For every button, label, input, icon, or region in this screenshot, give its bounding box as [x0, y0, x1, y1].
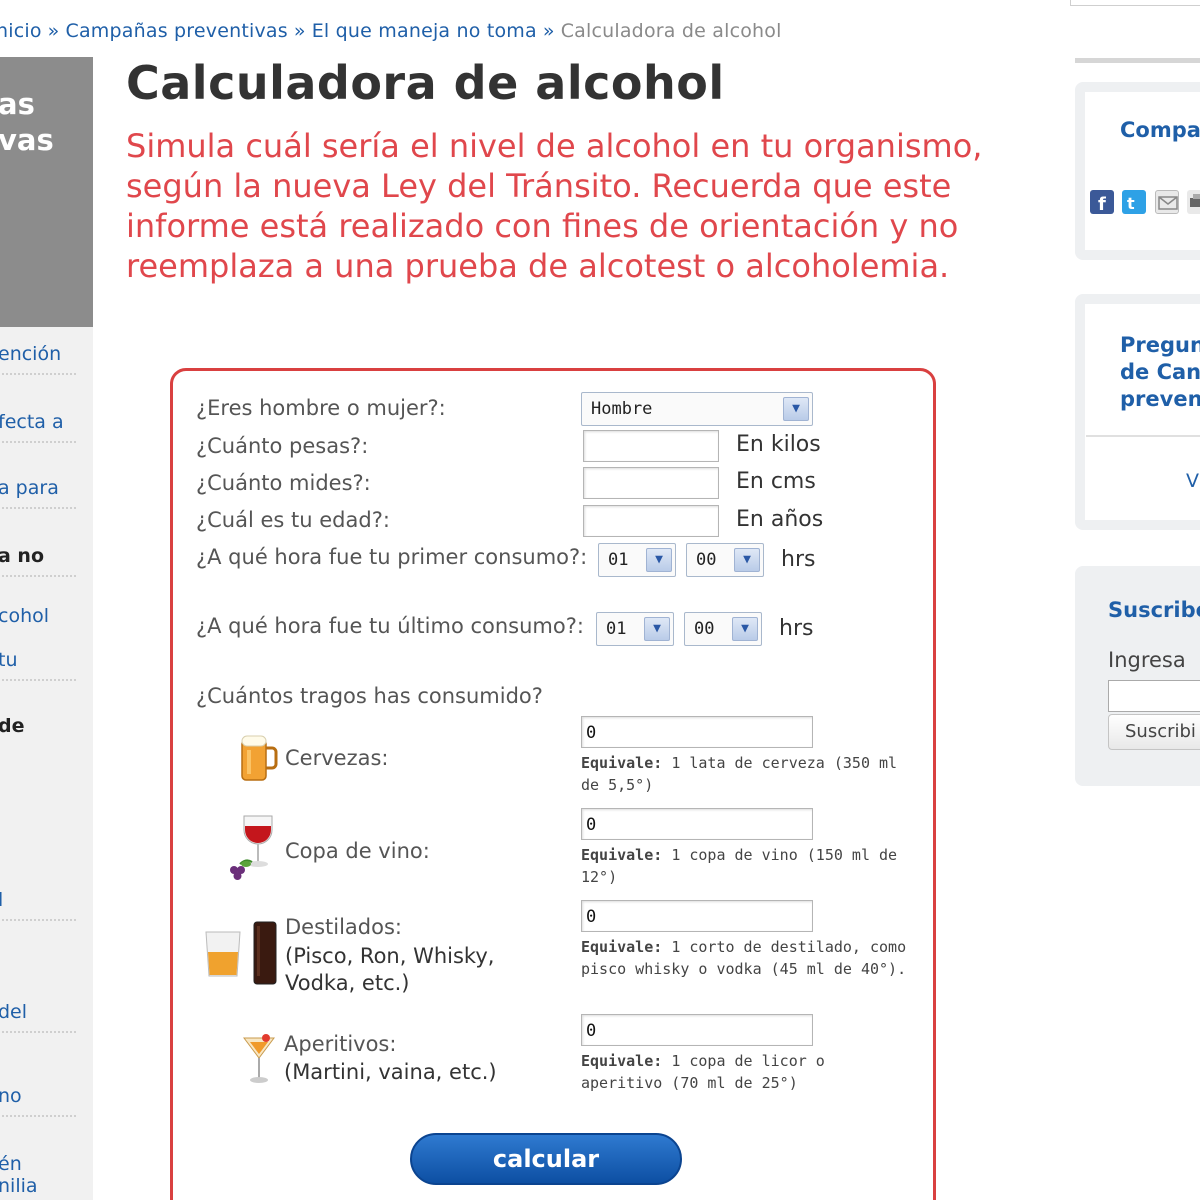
sidebar-item[interactable]: tu: [0, 649, 76, 681]
wine-label: Copa de vino:: [285, 839, 430, 863]
print-icon[interactable]: [1187, 190, 1200, 214]
chevron-down-icon: ▼: [644, 617, 670, 641]
breadcrumb-home-link[interactable]: nicio: [0, 20, 42, 42]
faq-title-line: Pregun: [1120, 333, 1200, 357]
breadcrumb-separator: »: [47, 20, 60, 42]
wine-glass-icon: [230, 815, 273, 880]
spirits-label: Destilados:: [285, 915, 402, 939]
calculate-button[interactable]: calcular: [410, 1133, 682, 1185]
breadcrumb: nicio» Campañas preventivas» El que maneja…: [0, 20, 782, 42]
faq-title-line: de Can: [1120, 360, 1200, 384]
sidebar-item[interactable]: de: [0, 715, 76, 745]
drinks-question: ¿Cuántos tragos has consumido?: [196, 684, 543, 708]
first-time-unit: hrs: [781, 547, 816, 572]
page-title: Calculadora de alcohol: [126, 56, 725, 110]
equiv-label: Equivale:: [581, 846, 663, 864]
weight-input[interactable]: [583, 430, 719, 462]
aperitif-equivalence: Equivale: 1 copa de licor o aperitivo (7…: [581, 1050, 911, 1094]
age-unit: En años: [736, 507, 824, 532]
equiv-label: Equivale:: [581, 754, 663, 772]
twitter-icon[interactable]: t: [1122, 190, 1146, 214]
breadcrumb-campaign-link[interactable]: El que maneja no toma: [312, 20, 537, 42]
sidebar-item[interactable]: fecta a: [0, 411, 76, 443]
chevron-down-icon: ▼: [646, 548, 672, 572]
last-minute-value: 00: [694, 619, 715, 639]
gender-select-value: Hombre: [591, 399, 653, 419]
chevron-down-icon: ▼: [732, 617, 758, 641]
weight-label: ¿Cuánto pesas?:: [196, 434, 369, 458]
aperitif-label: Aperitivos:: [284, 1032, 397, 1056]
breadcrumb-separator: »: [293, 20, 306, 42]
spirits-equivalence: Equivale: 1 corto de destilado, como pis…: [581, 936, 911, 980]
height-label: ¿Cuánto mides?:: [196, 471, 371, 495]
wine-equivalence: Equivale: 1 copa de vino (150 ml de 12°): [581, 844, 911, 888]
first-hour-value: 01: [608, 550, 629, 570]
sidebar-item[interactable]: del: [0, 1001, 76, 1033]
age-label: ¿Cuál es tu edad?:: [196, 508, 390, 532]
gender-label: ¿Eres hombre o mujer?:: [196, 396, 446, 420]
beer-equivalence: Equivale: 1 lata de cerveza (350 ml de 5…: [581, 752, 911, 796]
faq-title[interactable]: Pregun de Can preven: [1120, 332, 1200, 413]
sidebar-item[interactable]: l: [0, 889, 76, 921]
first-time-label: ¿A qué hora fue tu primer consumo?:: [196, 545, 588, 569]
breadcrumb-separator: »: [542, 20, 555, 42]
last-minute-select[interactable]: 00 ▼: [684, 612, 762, 646]
sidebar-item[interactable]: nilia: [0, 1175, 76, 1200]
chevron-down-icon: ▼: [783, 397, 809, 421]
share-box: [1075, 82, 1200, 260]
cocktail-glass-icon: [243, 1034, 275, 1083]
equiv-label: Equivale:: [581, 938, 663, 956]
left-sidebar-nav: ención fecta a a para a no cohol tu de l…: [0, 327, 93, 1200]
right-top-field: [1070, 0, 1200, 6]
subscribe-prompt: Ingresa: [1108, 648, 1186, 672]
subscribe-email-input[interactable]: [1108, 680, 1200, 712]
beer-mug-icon: [241, 735, 278, 781]
sidebar-item[interactable]: a para: [0, 477, 76, 509]
svg-text:t: t: [1127, 194, 1135, 213]
left-sidebar-banner: as vas: [0, 57, 93, 327]
share-box-inner: [1085, 92, 1200, 250]
email-icon[interactable]: [1155, 190, 1179, 214]
first-minute-select[interactable]: 00 ▼: [686, 543, 764, 577]
last-time-unit: hrs: [779, 616, 814, 641]
intro-text: Simula cuál sería el nivel de alcohol en…: [126, 127, 983, 285]
height-input[interactable]: [583, 467, 719, 499]
faq-divider: [1086, 435, 1200, 437]
spirits-count-input[interactable]: 0: [581, 900, 813, 932]
breadcrumb-current: Calculadora de alcohol: [560, 20, 782, 42]
first-hour-select[interactable]: 01 ▼: [598, 543, 676, 577]
faq-more-link[interactable]: V: [1186, 470, 1199, 492]
breadcrumb-campaigns-link[interactable]: Campañas preventivas: [66, 20, 288, 42]
aperitif-count-input[interactable]: 0: [581, 1014, 813, 1046]
sidebar-item-active[interactable]: a no: [0, 545, 76, 577]
equiv-label: Equivale:: [581, 1052, 663, 1070]
spirits-glasses-icon: [205, 921, 277, 985]
sidebar-item[interactable]: no: [0, 1085, 76, 1117]
last-time-label: ¿A qué hora fue tu último consumo?:: [196, 614, 584, 638]
share-title: Compa: [1120, 118, 1200, 142]
facebook-icon[interactable]: f: [1090, 190, 1114, 215]
sidebar-item[interactable]: cohol: [0, 605, 76, 635]
svg-text:f: f: [1098, 194, 1106, 214]
first-minute-value: 00: [696, 550, 717, 570]
subscribe-button[interactable]: Suscribi: [1108, 714, 1200, 750]
gender-select[interactable]: Hombre ▼: [581, 392, 813, 426]
last-hour-select[interactable]: 01 ▼: [596, 612, 674, 646]
left-banner-line: vas: [0, 123, 54, 157]
height-unit: En cms: [736, 469, 816, 494]
weight-unit: En kilos: [736, 432, 821, 457]
beer-count-input[interactable]: 0: [581, 716, 813, 748]
age-input[interactable]: [583, 505, 719, 537]
beer-label: Cervezas:: [285, 746, 389, 770]
faq-title-line: preven: [1120, 387, 1200, 411]
aperitif-examples: (Martini, vaina, etc.): [284, 1060, 497, 1084]
left-banner-line: as: [0, 87, 35, 121]
spirits-examples: (Pisco, Ron, Whisky, Vodka, etc.): [285, 944, 495, 995]
last-hour-value: 01: [606, 619, 627, 639]
subscribe-title: Suscribe: [1108, 598, 1200, 622]
sidebar-item[interactable]: ención: [0, 343, 76, 375]
wine-count-input[interactable]: 0: [581, 808, 813, 840]
chevron-down-icon: ▼: [734, 548, 760, 572]
right-divider: [1075, 58, 1200, 63]
